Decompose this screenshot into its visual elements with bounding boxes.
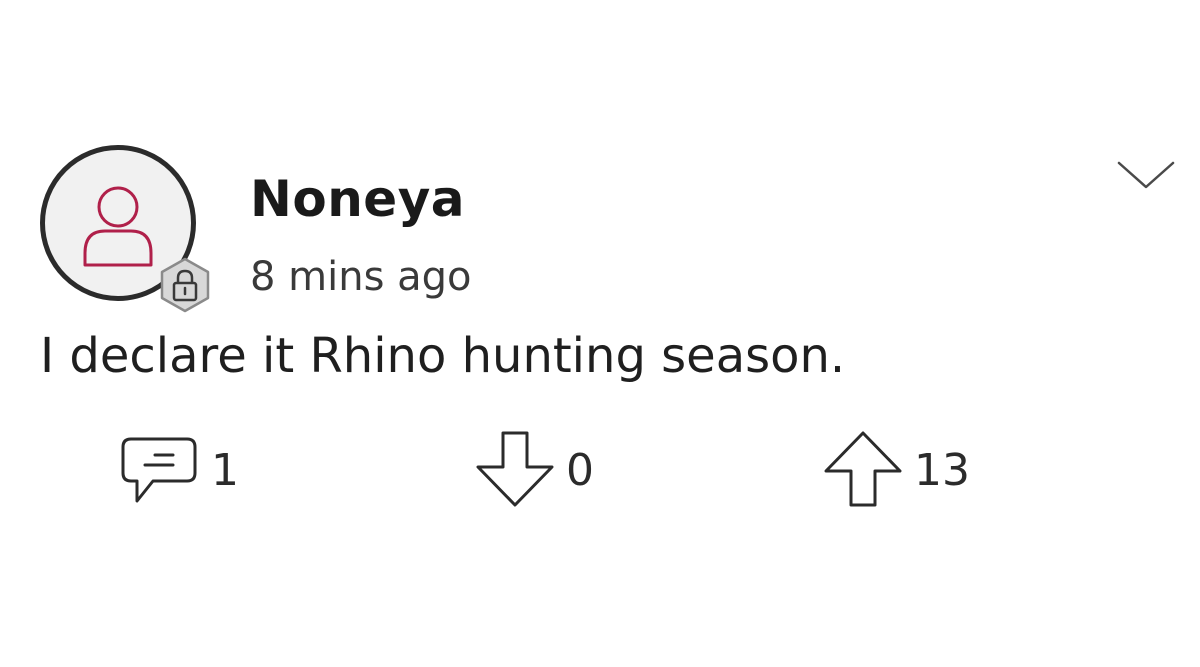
lock-icon bbox=[160, 257, 210, 313]
author-name[interactable]: Noneya bbox=[250, 170, 465, 228]
arrow-down-icon bbox=[476, 431, 554, 507]
chevron-down-icon[interactable] bbox=[1115, 155, 1177, 195]
downvote-button[interactable]: 0 bbox=[470, 425, 594, 515]
post-body: I declare it Rhino hunting season. bbox=[40, 328, 846, 384]
upvote-count: 13 bbox=[914, 444, 970, 496]
comment-count: 1 bbox=[211, 444, 239, 496]
person-outline-icon bbox=[83, 186, 153, 267]
upvote-button[interactable]: 13 bbox=[818, 425, 970, 515]
comment-icon bbox=[121, 437, 197, 503]
downvote-count: 0 bbox=[566, 444, 594, 496]
comment-button[interactable]: 1 bbox=[115, 425, 239, 515]
arrow-up-icon bbox=[824, 431, 902, 507]
post-timestamp: 8 mins ago bbox=[250, 254, 472, 300]
